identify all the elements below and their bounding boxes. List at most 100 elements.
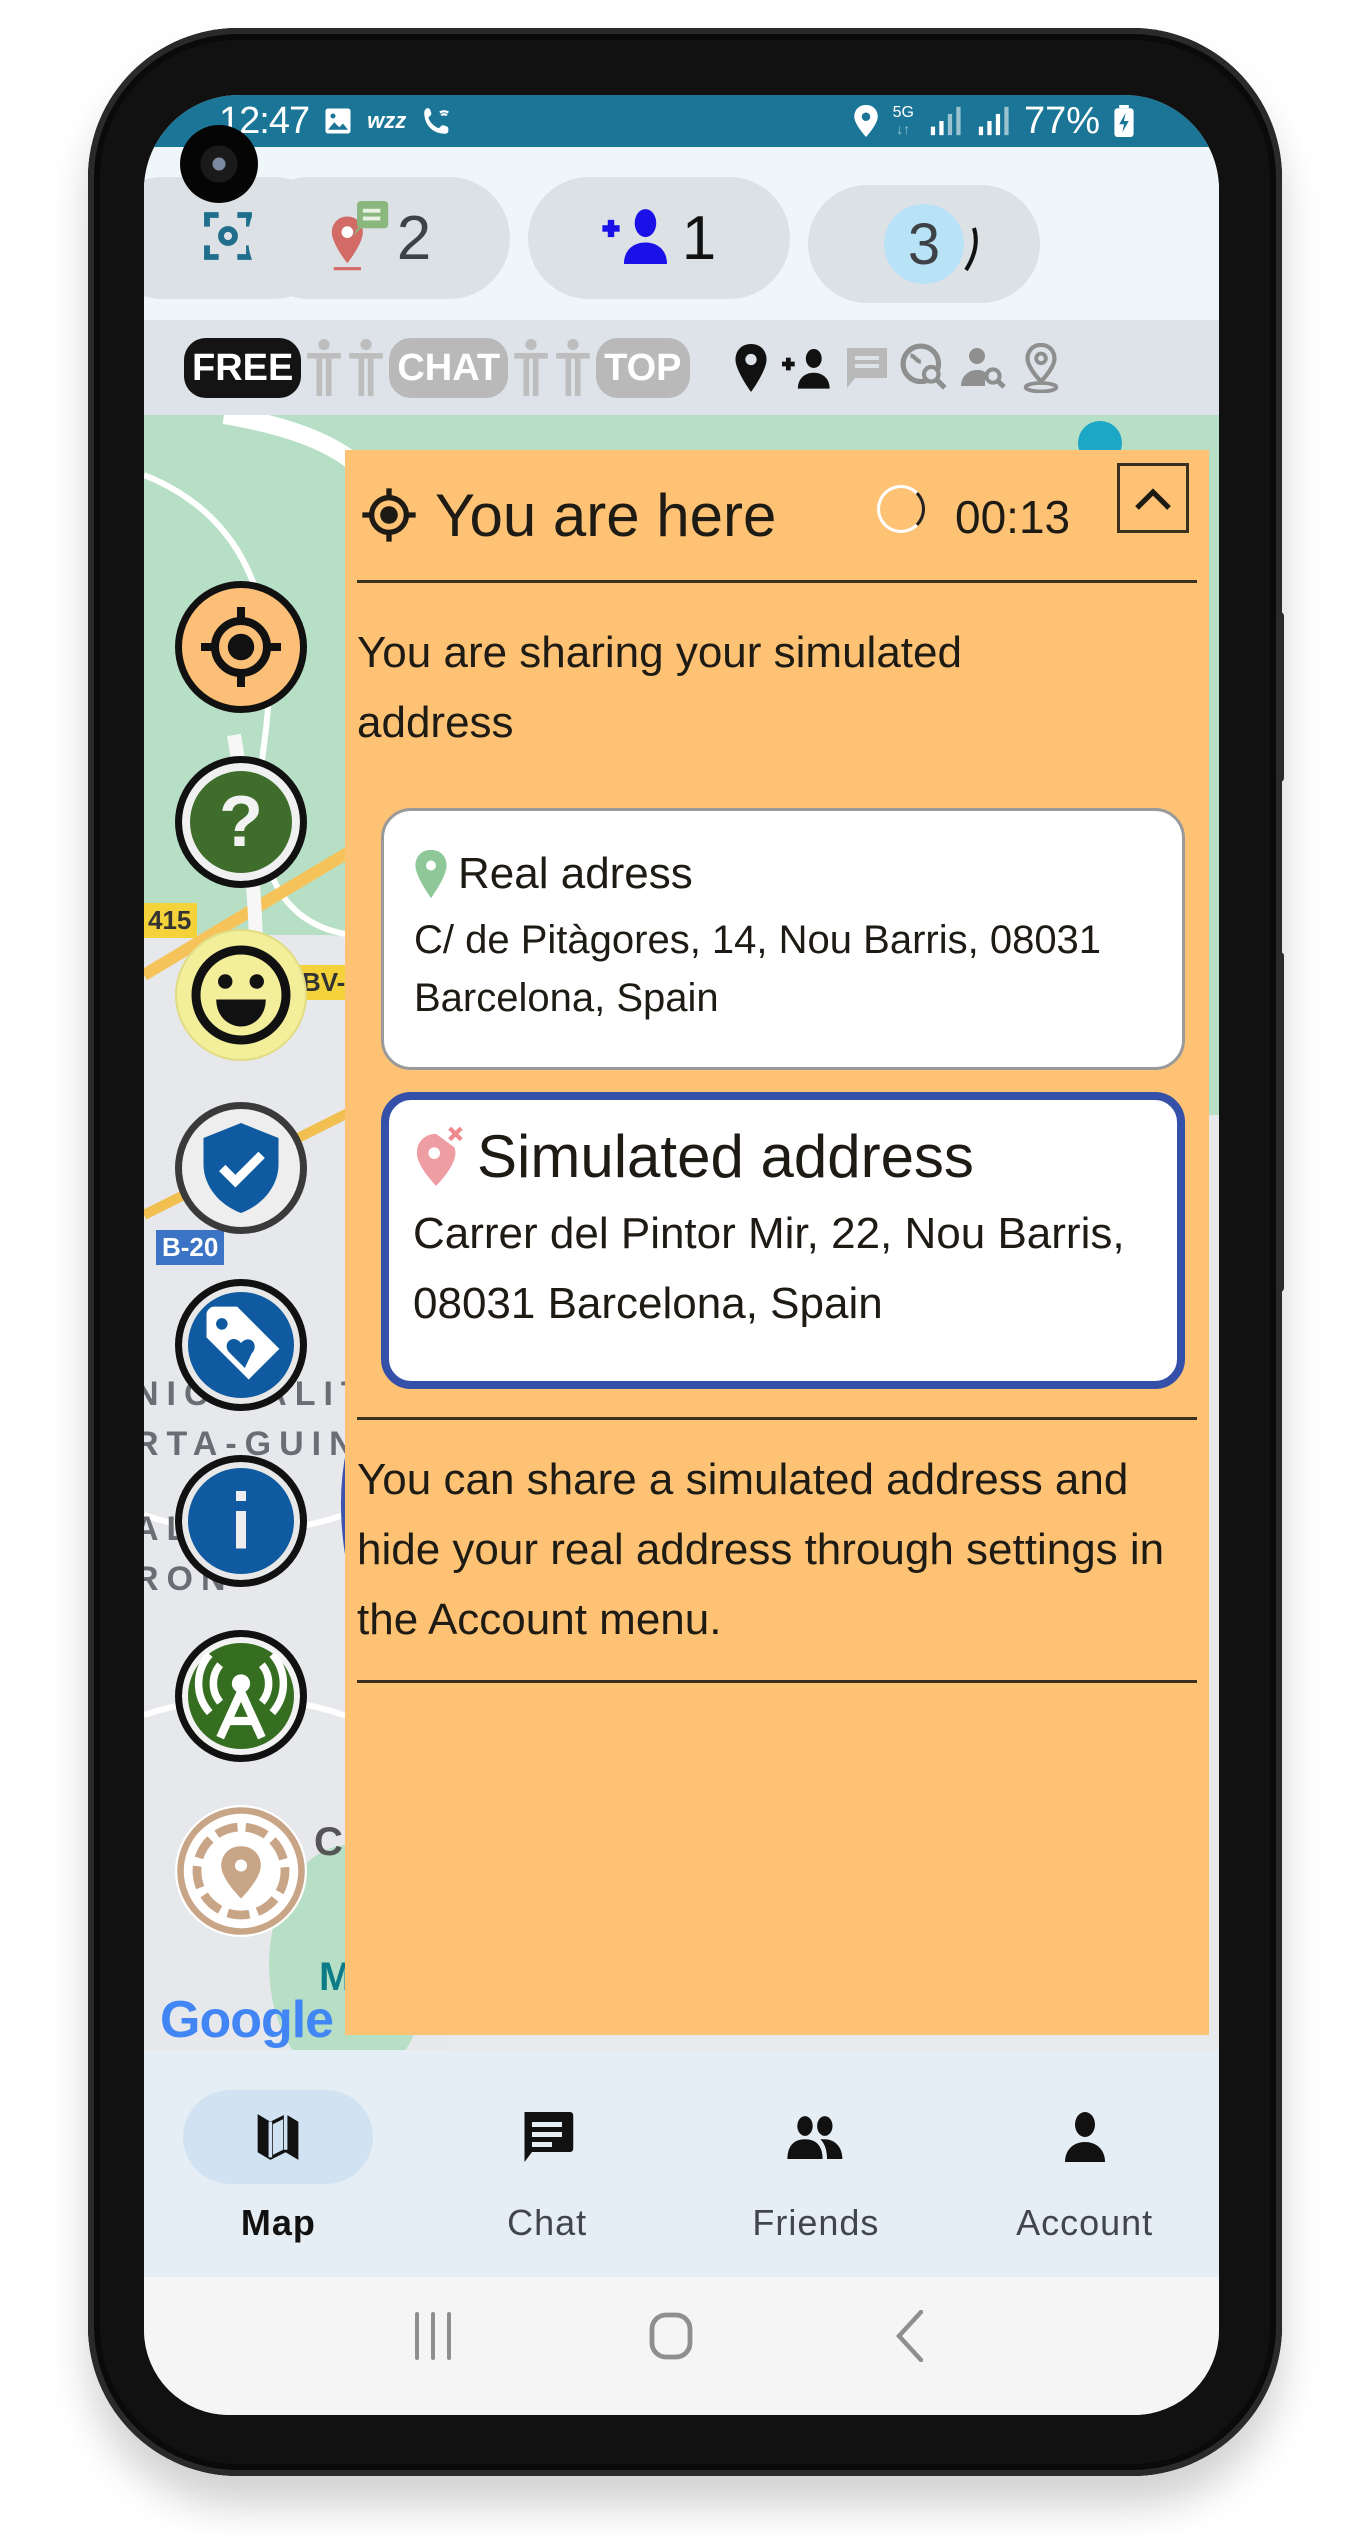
- collapse-button[interactable]: [1117, 463, 1189, 533]
- wzz-icon: wzz: [367, 108, 407, 133]
- simulated-location-icon: [416, 1126, 463, 1186]
- mood-button[interactable]: [175, 929, 307, 1061]
- pin-icon[interactable]: [724, 341, 778, 395]
- poi-letter: C: [314, 1820, 343, 1864]
- person-icon: [556, 338, 590, 396]
- location-messages-count: 2: [396, 203, 432, 273]
- nav-account-label: Account: [1016, 2202, 1154, 2243]
- wifi-call-icon: [420, 104, 454, 138]
- simulated-address-title: Simulated address: [477, 1123, 974, 1190]
- nav-chat[interactable]: Chat: [413, 2050, 682, 2277]
- person-search-icon[interactable]: [956, 341, 1010, 395]
- chat-icon: [524, 2112, 574, 2162]
- add-person-icon[interactable]: [781, 341, 836, 395]
- nav-friends-label: Friends: [752, 2202, 880, 2243]
- shield-check-icon: [203, 1123, 279, 1213]
- filter-free[interactable]: FREE: [184, 337, 302, 398]
- battery-charging-icon: [1114, 105, 1134, 137]
- location-radius-icon: [177, 1807, 305, 1935]
- add-person-icon: [602, 208, 676, 269]
- friend-requests-count: 1: [681, 203, 717, 273]
- location-pin-icon: [415, 849, 447, 899]
- broadcast-button[interactable]: [175, 1630, 307, 1762]
- real-address-text: C/ de Pitàgores, 14, Nou Barris, 08031 B…: [414, 918, 1102, 1020]
- info-button[interactable]: [175, 1455, 307, 1587]
- google-attribution: Google: [160, 1991, 334, 2049]
- network-type: 5G: [892, 104, 914, 121]
- 5g-icon: 5G ↓↑: [892, 104, 914, 138]
- nav-map-label: Map: [240, 2202, 316, 2243]
- chevron-up-icon: [1135, 488, 1171, 510]
- status-bar: 12:47 wzz 5G ↓↑ 77%: [144, 95, 1219, 147]
- filter-chat[interactable]: CHAT: [389, 337, 509, 398]
- progress-badge: 3: [884, 204, 978, 284]
- sharing-status-text: You are sharing your simulated address: [357, 628, 962, 747]
- recents-button[interactable]: [398, 2306, 468, 2366]
- account-icon: [1064, 2112, 1105, 2162]
- target-icon: [362, 488, 416, 542]
- timer: 00:13: [955, 491, 1071, 543]
- battery-percent: 77%: [1023, 99, 1100, 142]
- filter-row: FREE CHAT TOP: [144, 320, 1219, 415]
- real-address-title: Real adress: [458, 849, 693, 898]
- map-icon: [258, 2114, 299, 2160]
- divider: [357, 1680, 1197, 1683]
- real-address-card[interactable]: Real adress C/ de Pitàgores, 14, Nou Bar…: [381, 808, 1185, 1070]
- nav-account[interactable]: Account: [950, 2050, 1219, 2277]
- you-are-here-panel: You are here 00:13 You are sharing your …: [345, 450, 1209, 2035]
- place-outline-icon[interactable]: [1014, 341, 1068, 395]
- globe-search-icon[interactable]: [898, 341, 952, 395]
- smiley-icon: [191, 945, 291, 1045]
- back-icon: [895, 2310, 924, 2362]
- volume-button: [1276, 612, 1284, 782]
- settings-hint-text: You can share a simulated address and hi…: [357, 1455, 1165, 1644]
- system-nav-bar: [144, 2277, 1219, 2415]
- online-users-count: 3: [907, 211, 941, 277]
- antenna-icon: [194, 1651, 288, 1740]
- person-icon: [307, 338, 342, 396]
- recents-icon: [415, 2312, 452, 2360]
- refresh-spinner: [877, 485, 925, 533]
- location-icon: [853, 105, 879, 137]
- friend-requests-button[interactable]: 1: [528, 177, 790, 299]
- target-icon: [201, 607, 281, 687]
- tag-heart-icon: [206, 1306, 280, 1380]
- filter-top[interactable]: TOP: [596, 337, 690, 398]
- action-row: 2 1 3: [144, 147, 1219, 320]
- friends-icon: [787, 2116, 843, 2159]
- online-users-button[interactable]: 3: [808, 185, 1040, 303]
- question-icon: ?: [219, 782, 263, 862]
- signal-icon: [928, 106, 962, 136]
- nav-map-indicator: [183, 2090, 374, 2184]
- nav-chat-label: Chat: [507, 2202, 588, 2243]
- info-icon: [236, 1491, 246, 1549]
- screen: 12:47 wzz 5G ↓↑ 77% 2 1 3 FREE CHAT TOP …: [144, 95, 1219, 2415]
- home-button[interactable]: [636, 2306, 706, 2366]
- locate-me-button[interactable]: [175, 581, 307, 713]
- nav-map[interactable]: Map: [144, 2050, 413, 2277]
- simulated-address-card[interactable]: Simulated address Carrer del Pintor Mir,…: [381, 1092, 1185, 1389]
- help-button[interactable]: ?: [175, 756, 307, 888]
- nav-friends-indicator: [721, 2090, 911, 2184]
- location-chat-icon: [327, 200, 391, 276]
- location-messages-button[interactable]: 2: [248, 177, 510, 299]
- location-radius-button[interactable]: [175, 1805, 307, 1937]
- panel-header: You are here 00:13: [357, 450, 1197, 583]
- message-icon[interactable]: [840, 341, 894, 395]
- signal-icon: [976, 106, 1010, 136]
- image-icon: [323, 106, 353, 136]
- back-button[interactable]: [875, 2306, 945, 2366]
- person-icon: [349, 338, 384, 396]
- home-icon: [650, 2312, 693, 2360]
- nav-friends[interactable]: Friends: [682, 2050, 951, 2277]
- security-button[interactable]: [175, 1102, 307, 1234]
- person-icon: [514, 338, 548, 396]
- road-tag-415: 415: [144, 903, 198, 938]
- favorites-button[interactable]: [175, 1279, 307, 1411]
- nav-chat-indicator: [452, 2090, 642, 2184]
- power-button: [1276, 952, 1284, 1292]
- nav-account-indicator: [990, 2090, 1180, 2184]
- panel-title: You are here: [435, 481, 777, 549]
- bottom-nav: Map Chat Friends Account: [144, 2050, 1219, 2277]
- simulated-address-text: Carrer del Pintor Mir, 22, Nou Barris, 0…: [413, 1209, 1125, 1328]
